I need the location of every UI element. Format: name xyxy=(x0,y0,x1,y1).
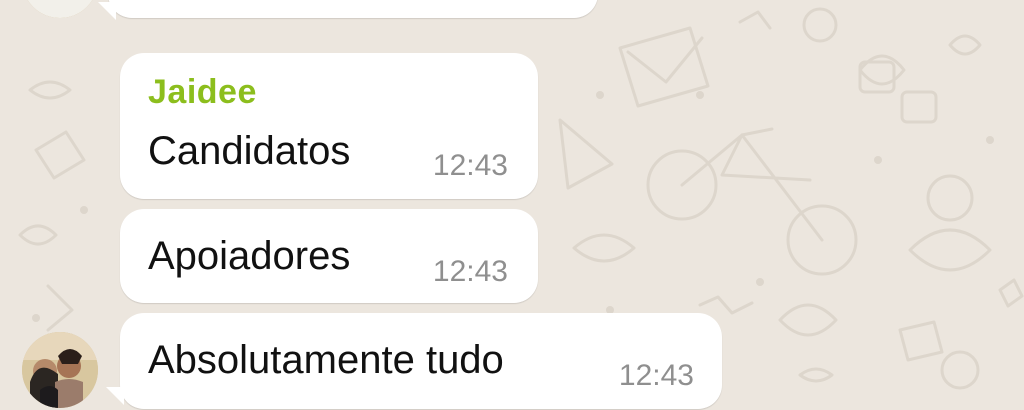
message-bubble[interactable]: Jaidee Candidatos 12:43 xyxy=(120,53,538,199)
bubble-tail xyxy=(98,2,116,20)
message-text: Absolutamente tudo xyxy=(148,338,504,382)
message-bubble[interactable]: Apoiadores 12:43 xyxy=(120,209,538,303)
message-time: 12:43 xyxy=(432,149,508,182)
avatar-photo xyxy=(22,332,98,408)
message-bubble[interactable] xyxy=(108,0,598,18)
bubble-tail xyxy=(106,387,124,405)
sender-name[interactable]: Jaidee xyxy=(148,73,257,112)
message-time: 12:43 xyxy=(618,359,694,392)
message-text: Apoiadores xyxy=(148,234,351,278)
contact-avatar[interactable] xyxy=(22,332,98,408)
message-text: Candidatos xyxy=(148,129,351,173)
message-time: 12:43 xyxy=(432,255,508,288)
message-bubble[interactable]: Absolutamente tudo 12:43 xyxy=(120,313,722,409)
